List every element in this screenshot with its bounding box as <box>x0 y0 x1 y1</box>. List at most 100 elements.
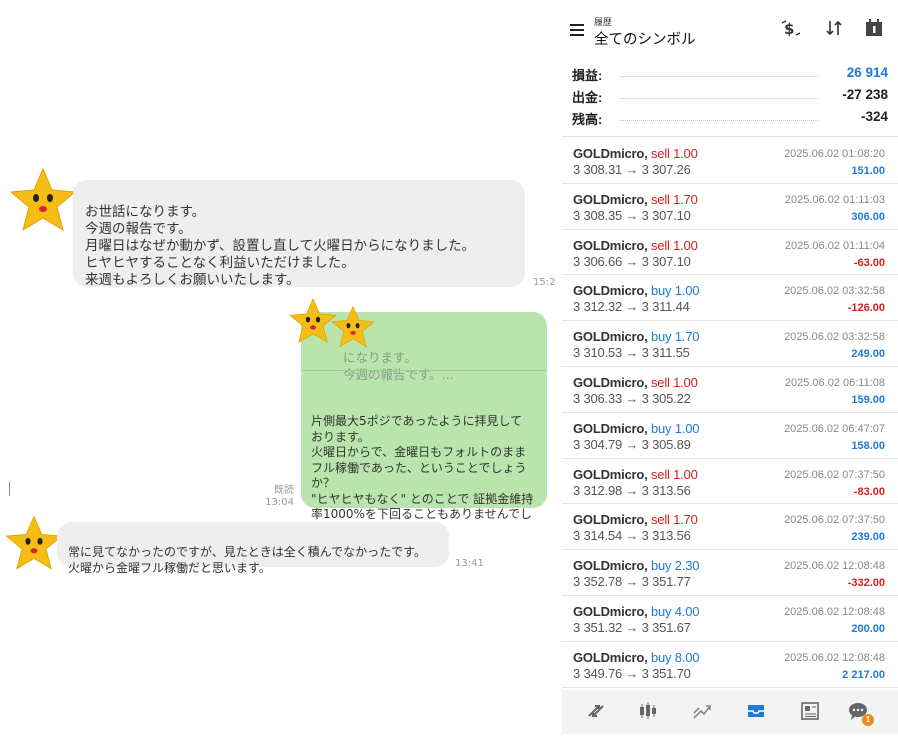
deal-row[interactable]: GOLDmicro, buy 8.00 3 349.76 → 3 351.70 20… <box>562 642 898 688</box>
deal-side: sell 1.00 <box>651 146 698 161</box>
deal-prices: 3 312.98 → 3 313.56 <box>573 482 691 498</box>
deal-symbol: GOLDmicro, buy 1.70 <box>573 329 699 344</box>
unread-badge: 1 <box>862 714 874 726</box>
deal-row[interactable]: GOLDmicro, sell 1.00 3 312.98 → 3 313.56 2… <box>562 459 898 505</box>
summary-value: -27 238 <box>842 87 888 102</box>
message-time: 15:2 <box>533 277 556 288</box>
summary-value: -324 <box>860 109 888 124</box>
deal-side: buy 1.00 <box>651 283 700 299</box>
symbol-name: GOLDmicro, <box>573 374 648 390</box>
deal-time: 2025.06.02 01:08:20 <box>784 148 885 160</box>
deal-side: sell 1.70 <box>651 512 698 528</box>
chart-icon[interactable] <box>636 700 660 724</box>
incoming-message-2: 常に見てなかったのですが、見たときは全く積んでなかったです。 火曜から金曜フル稼… <box>57 522 449 575</box>
bottom-tab-bar: 1 <box>562 690 898 734</box>
deal-row[interactable]: GOLDmicro, sell 1.00 3 306.33 → 3 305.22 2… <box>562 367 898 413</box>
deal-prices: 3 349.76 → 3 351.70 <box>573 665 691 681</box>
quotes-icon[interactable] <box>584 700 608 724</box>
history-header: 履歴 全てのシンボル $ <box>562 0 898 56</box>
deal-symbol: GOLDmicro, sell 1.70 <box>573 192 698 207</box>
menu-icon[interactable] <box>570 24 584 36</box>
deal-time: 2025.06.02 07:37:50 <box>784 514 885 527</box>
deal-profit: -332.00 <box>847 577 885 590</box>
symbol-name: GOLDmicro, <box>573 603 648 619</box>
messages-icon[interactable]: 1 <box>846 700 874 726</box>
divider <box>562 136 898 137</box>
deal-time: 2025.06.02 06:47:07 <box>784 422 885 435</box>
message-text: お世話になります。 今週の報告です。 月曜日はなぜか動かず、設置し直して火曜日か… <box>85 204 476 288</box>
deal-symbol: GOLDmicro, buy 1.00 <box>573 421 699 436</box>
currency-icon[interactable]: $ <box>780 18 802 45</box>
quote-divider <box>302 370 546 371</box>
deal-row[interactable]: GOLDmicro, sell 1.00 3 306.66 → 3 307.10 2… <box>562 230 898 276</box>
deal-profit: 159.00 <box>851 393 885 406</box>
deal-row[interactable]: GOLDmicro, buy 1.00 3 312.32 → 3 311.44 20… <box>562 275 898 322</box>
message-text: 常に見てなかったのですが、見たときは全く積んでなかったです。 火曜から金曜フル稼… <box>68 545 426 575</box>
header-subtitle: 履歴 <box>594 17 613 27</box>
deal-prices: 3 308.35 → 3 307.10 <box>573 207 691 223</box>
message-text: 片側最大5ポジであったように拝見して おります。 火曜日からで、金曜日もフォルト… <box>311 414 534 537</box>
deal-row[interactable]: GOLDmicro, sell 1.70 3 314.54 → 3 313.56 2… <box>562 504 898 551</box>
symbol-name: GOLDmicro, <box>573 191 648 207</box>
read-label: 既読 <box>274 485 294 496</box>
deal-profit: 200.00 <box>851 622 885 635</box>
deal-prices: 3 352.78 → 3 351.77 <box>573 574 691 590</box>
symbol-name: GOLDmicro, <box>573 237 648 253</box>
deal-symbol: GOLDmicro, sell 1.00 <box>573 146 698 161</box>
summary-label: 残高: <box>572 112 603 127</box>
symbol-filter[interactable]: 全てのシンボル <box>594 28 696 49</box>
deal-side: sell 1.00 <box>651 374 698 390</box>
symbol-name: GOLDmicro, <box>573 420 648 436</box>
star-avatar-icon[interactable] <box>4 513 64 573</box>
read-receipt: 既読 13:04 <box>250 485 294 509</box>
deal-side: sell 1.00 <box>651 237 698 253</box>
trade-icon[interactable] <box>690 700 714 724</box>
deal-time: 2025.06.02 03:32:58 <box>784 331 885 344</box>
deal-symbol: GOLDmicro, buy 4.00 <box>573 604 699 619</box>
deal-row[interactable]: GOLDmicro, buy 2.30 3 352.78 → 3 351.77 20… <box>562 550 898 596</box>
deal-profit: -83.00 <box>853 485 885 498</box>
deal-row[interactable]: GOLDmicro, buy 1.00 3 304.79 → 3 305.89 20… <box>562 413 898 459</box>
deal-row[interactable]: GOLDmicro, sell 1.00 3 308.31 → 3 307.26 2… <box>562 138 898 184</box>
deal-time: 2025.06.02 07:37:50 <box>784 468 885 481</box>
dotted-leader <box>620 76 818 77</box>
deal-profit: -63.00 <box>853 256 885 269</box>
cursor-mark <box>9 482 10 496</box>
dotted-leader <box>620 98 818 99</box>
deal-row[interactable]: GOLDmicro, sell 1.70 3 308.35 → 3 307.10 2… <box>562 184 898 230</box>
summary-row: 出金: -27 238 <box>572 84 888 106</box>
news-icon[interactable] <box>798 700 822 724</box>
deal-prices: 3 314.54 → 3 313.56 <box>573 528 691 544</box>
deal-symbol: GOLDmicro, sell 1.00 <box>573 238 698 253</box>
summary-block: 損益: 26 914 出金: -27 238 残高: -324 <box>572 62 888 128</box>
deal-symbol: GOLDmicro, sell 1.00 <box>573 375 698 390</box>
history-icon[interactable] <box>744 700 768 724</box>
deal-prices: 3 351.32 → 3 351.67 <box>573 619 691 635</box>
symbol-name: GOLDmicro, <box>573 283 648 299</box>
deal-time: 2025.06.02 12:08:48 <box>784 605 885 618</box>
calendar-icon[interactable] <box>864 18 884 43</box>
svg-text:$: $ <box>784 20 794 38</box>
symbol-name: GOLDmicro, <box>573 146 648 161</box>
deal-time: 2025.06.02 01:11:03 <box>784 193 885 206</box>
deal-time: 2025.06.02 12:08:48 <box>784 560 885 573</box>
star-avatar-icon[interactable] <box>8 165 78 235</box>
message-time: 13:04 <box>265 497 294 508</box>
chat-area: お世話になります。 今週の報告です。 月曜日はなぜか動かず、設置し直して火曜日か… <box>0 0 560 747</box>
deal-side: sell 1.70 <box>651 191 698 207</box>
deal-prices: 3 306.33 → 3 305.22 <box>573 390 691 406</box>
deal-profit: 306.00 <box>851 210 885 223</box>
deal-prices: 3 304.79 → 3 305.89 <box>573 436 691 452</box>
deal-row[interactable]: GOLDmicro, buy 1.70 3 310.53 → 3 311.55 20… <box>562 321 898 367</box>
symbol-name: GOLDmicro, <box>573 466 648 482</box>
sort-icon[interactable] <box>824 18 844 43</box>
summary-label: 出金: <box>572 90 603 105</box>
deal-row[interactable]: GOLDmicro, buy 4.00 3 351.32 → 3 351.67 20… <box>562 596 898 642</box>
trade-history-panel: 履歴 全てのシンボル $ 損益: 26 914 出金: -27 238 残高: … <box>562 0 898 747</box>
symbol-name: GOLDmicro, <box>573 512 648 528</box>
symbol-name: GOLDmicro, <box>573 558 648 574</box>
deal-side: buy 2.30 <box>651 558 700 574</box>
message-time: 13:41 <box>455 558 484 569</box>
deal-profit: 249.00 <box>851 348 885 361</box>
summary-row: 残高: -324 <box>572 106 888 128</box>
